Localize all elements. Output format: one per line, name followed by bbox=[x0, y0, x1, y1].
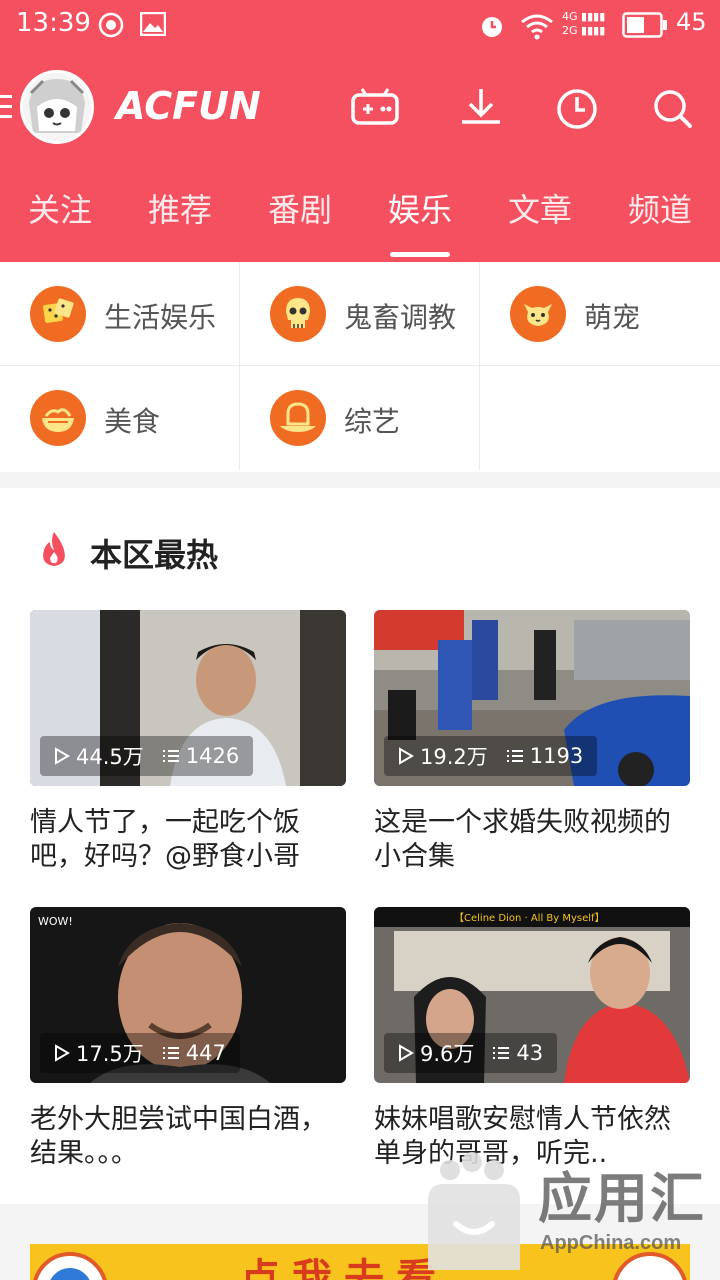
comment-count: 1193 bbox=[529, 744, 584, 768]
play-icon bbox=[399, 1044, 414, 1062]
signal-icon: 4G ▮▮▮▮ 2G ▮▮▮▮ bbox=[562, 10, 606, 37]
view-count: 19.2万 bbox=[420, 745, 488, 769]
section-title: 本区最热 bbox=[90, 536, 219, 574]
play-icon bbox=[55, 1044, 70, 1062]
comments-stat: 1426 bbox=[162, 744, 239, 768]
play-icon bbox=[399, 747, 414, 765]
avatar[interactable] bbox=[20, 70, 94, 144]
comment-count: 1426 bbox=[185, 744, 240, 768]
view-count: 17.5万 bbox=[76, 1042, 144, 1066]
tab-bangumi[interactable]: 番剧 bbox=[240, 185, 360, 231]
tab-entertainment[interactable]: 娱乐 bbox=[360, 185, 480, 231]
category-food[interactable]: 美食 bbox=[0, 366, 240, 470]
comments-stat: 43 bbox=[492, 1041, 543, 1065]
network-bottom: 2G bbox=[562, 24, 578, 37]
category-variety[interactable]: 综艺 bbox=[240, 366, 480, 470]
tab-articles[interactable]: 文章 bbox=[480, 185, 600, 231]
network-top: 4G bbox=[562, 10, 578, 23]
battery-level: 45 bbox=[676, 8, 707, 36]
category-label: 萌宠 bbox=[584, 301, 641, 334]
status-bar: 13:39 4G ▮▮▮▮ 2G ▮▮▮▮ 45 bbox=[0, 0, 720, 52]
notification-icon bbox=[98, 12, 124, 42]
view-count: 9.6万 bbox=[420, 1042, 475, 1066]
category-kichiku[interactable]: 鬼畜调教 bbox=[240, 262, 480, 366]
status-time: 13:39 bbox=[16, 8, 91, 38]
app-header: 13:39 4G ▮▮▮▮ 2G ▮▮▮▮ 45 ACFUN 关注 推荐 番剧 … bbox=[0, 0, 720, 262]
list-icon bbox=[162, 1047, 179, 1059]
video-stats: 17.5万 447 bbox=[40, 1033, 240, 1073]
view-count: 44.5万 bbox=[76, 745, 144, 769]
category-empty-slot bbox=[480, 366, 720, 470]
list-icon bbox=[493, 1047, 510, 1059]
fire-icon bbox=[38, 530, 70, 572]
video-stats: 44.5万 1426 bbox=[40, 736, 254, 776]
comments-stat: 1193 bbox=[506, 744, 583, 768]
app-logo: ACFUN bbox=[116, 84, 261, 128]
search-icon[interactable] bbox=[648, 84, 698, 134]
alarm-icon bbox=[478, 12, 506, 44]
image-icon bbox=[139, 11, 167, 40]
subcategory-grid: 生活娱乐 鬼畜调教 萌宠 美食 综艺 bbox=[0, 262, 720, 472]
song-caption-text: 【Celine Dion · All By Myself】 bbox=[454, 912, 605, 924]
video-title[interactable]: 老外大胆尝试中国白酒，结果。。。 bbox=[30, 1103, 346, 1171]
category-label: 美食 bbox=[104, 405, 161, 438]
category-label: 生活娱乐 bbox=[104, 301, 217, 334]
tab-follow[interactable]: 关注 bbox=[0, 185, 120, 231]
watermark-title: 应用汇 bbox=[538, 1167, 706, 1230]
category-tabs: 关注 推荐 番剧 娱乐 文章 频道 bbox=[0, 185, 720, 262]
video-stats: 19.2万 1193 bbox=[384, 736, 598, 776]
wifi-icon bbox=[520, 12, 554, 44]
skull-icon bbox=[270, 286, 326, 342]
comments-stat: 447 bbox=[162, 1041, 226, 1065]
appchina-watermark: 应用汇 AppChina.com bbox=[420, 1140, 720, 1280]
views-stat: 9.6万 bbox=[398, 1038, 474, 1068]
hat-icon bbox=[270, 390, 326, 446]
appchina-logo-icon bbox=[428, 1152, 520, 1270]
list-icon bbox=[506, 750, 523, 762]
category-label: 综艺 bbox=[344, 405, 401, 438]
top-bar: ACFUN bbox=[0, 66, 720, 150]
battery-icon bbox=[622, 12, 668, 42]
views-stat: 17.5万 bbox=[54, 1038, 144, 1068]
comment-count: 447 bbox=[185, 1041, 226, 1065]
category-label: 鬼畜调教 bbox=[344, 301, 457, 334]
dice-icon bbox=[30, 286, 86, 342]
tab-channels[interactable]: 频道 bbox=[600, 185, 720, 231]
menu-icon[interactable] bbox=[0, 92, 14, 126]
history-icon[interactable] bbox=[552, 84, 602, 134]
video-title[interactable]: 情人节了，一起吃个饭吧，好吗？@野食小哥 bbox=[30, 806, 346, 874]
active-tab-indicator bbox=[390, 252, 450, 257]
banner-text: 点我去看 bbox=[240, 1256, 448, 1280]
hot-section: 本区最热 44.5万 1426 情人节了，一起吃个饭吧，好吗？@野食小哥 19.… bbox=[0, 488, 720, 1204]
game-icon[interactable] bbox=[350, 84, 400, 134]
video-stats: 9.6万 43 bbox=[384, 1033, 558, 1073]
list-icon bbox=[162, 750, 179, 762]
views-stat: 19.2万 bbox=[398, 741, 488, 771]
cat-icon bbox=[510, 286, 566, 342]
comment-count: 43 bbox=[516, 1041, 544, 1065]
play-icon bbox=[55, 747, 70, 765]
tab-recommend[interactable]: 推荐 bbox=[120, 185, 240, 231]
download-icon[interactable] bbox=[456, 84, 506, 134]
bowl-icon bbox=[30, 390, 86, 446]
category-pets[interactable]: 萌宠 bbox=[480, 262, 720, 366]
video-title[interactable]: 这是一个求婚失败视频的小合集 bbox=[374, 806, 690, 874]
views-stat: 44.5万 bbox=[54, 741, 144, 771]
category-life-entertainment[interactable]: 生活娱乐 bbox=[0, 262, 240, 366]
wow-logo-text: WOW! bbox=[38, 915, 73, 928]
watermark-subtitle: AppChina.com bbox=[540, 1232, 682, 1254]
